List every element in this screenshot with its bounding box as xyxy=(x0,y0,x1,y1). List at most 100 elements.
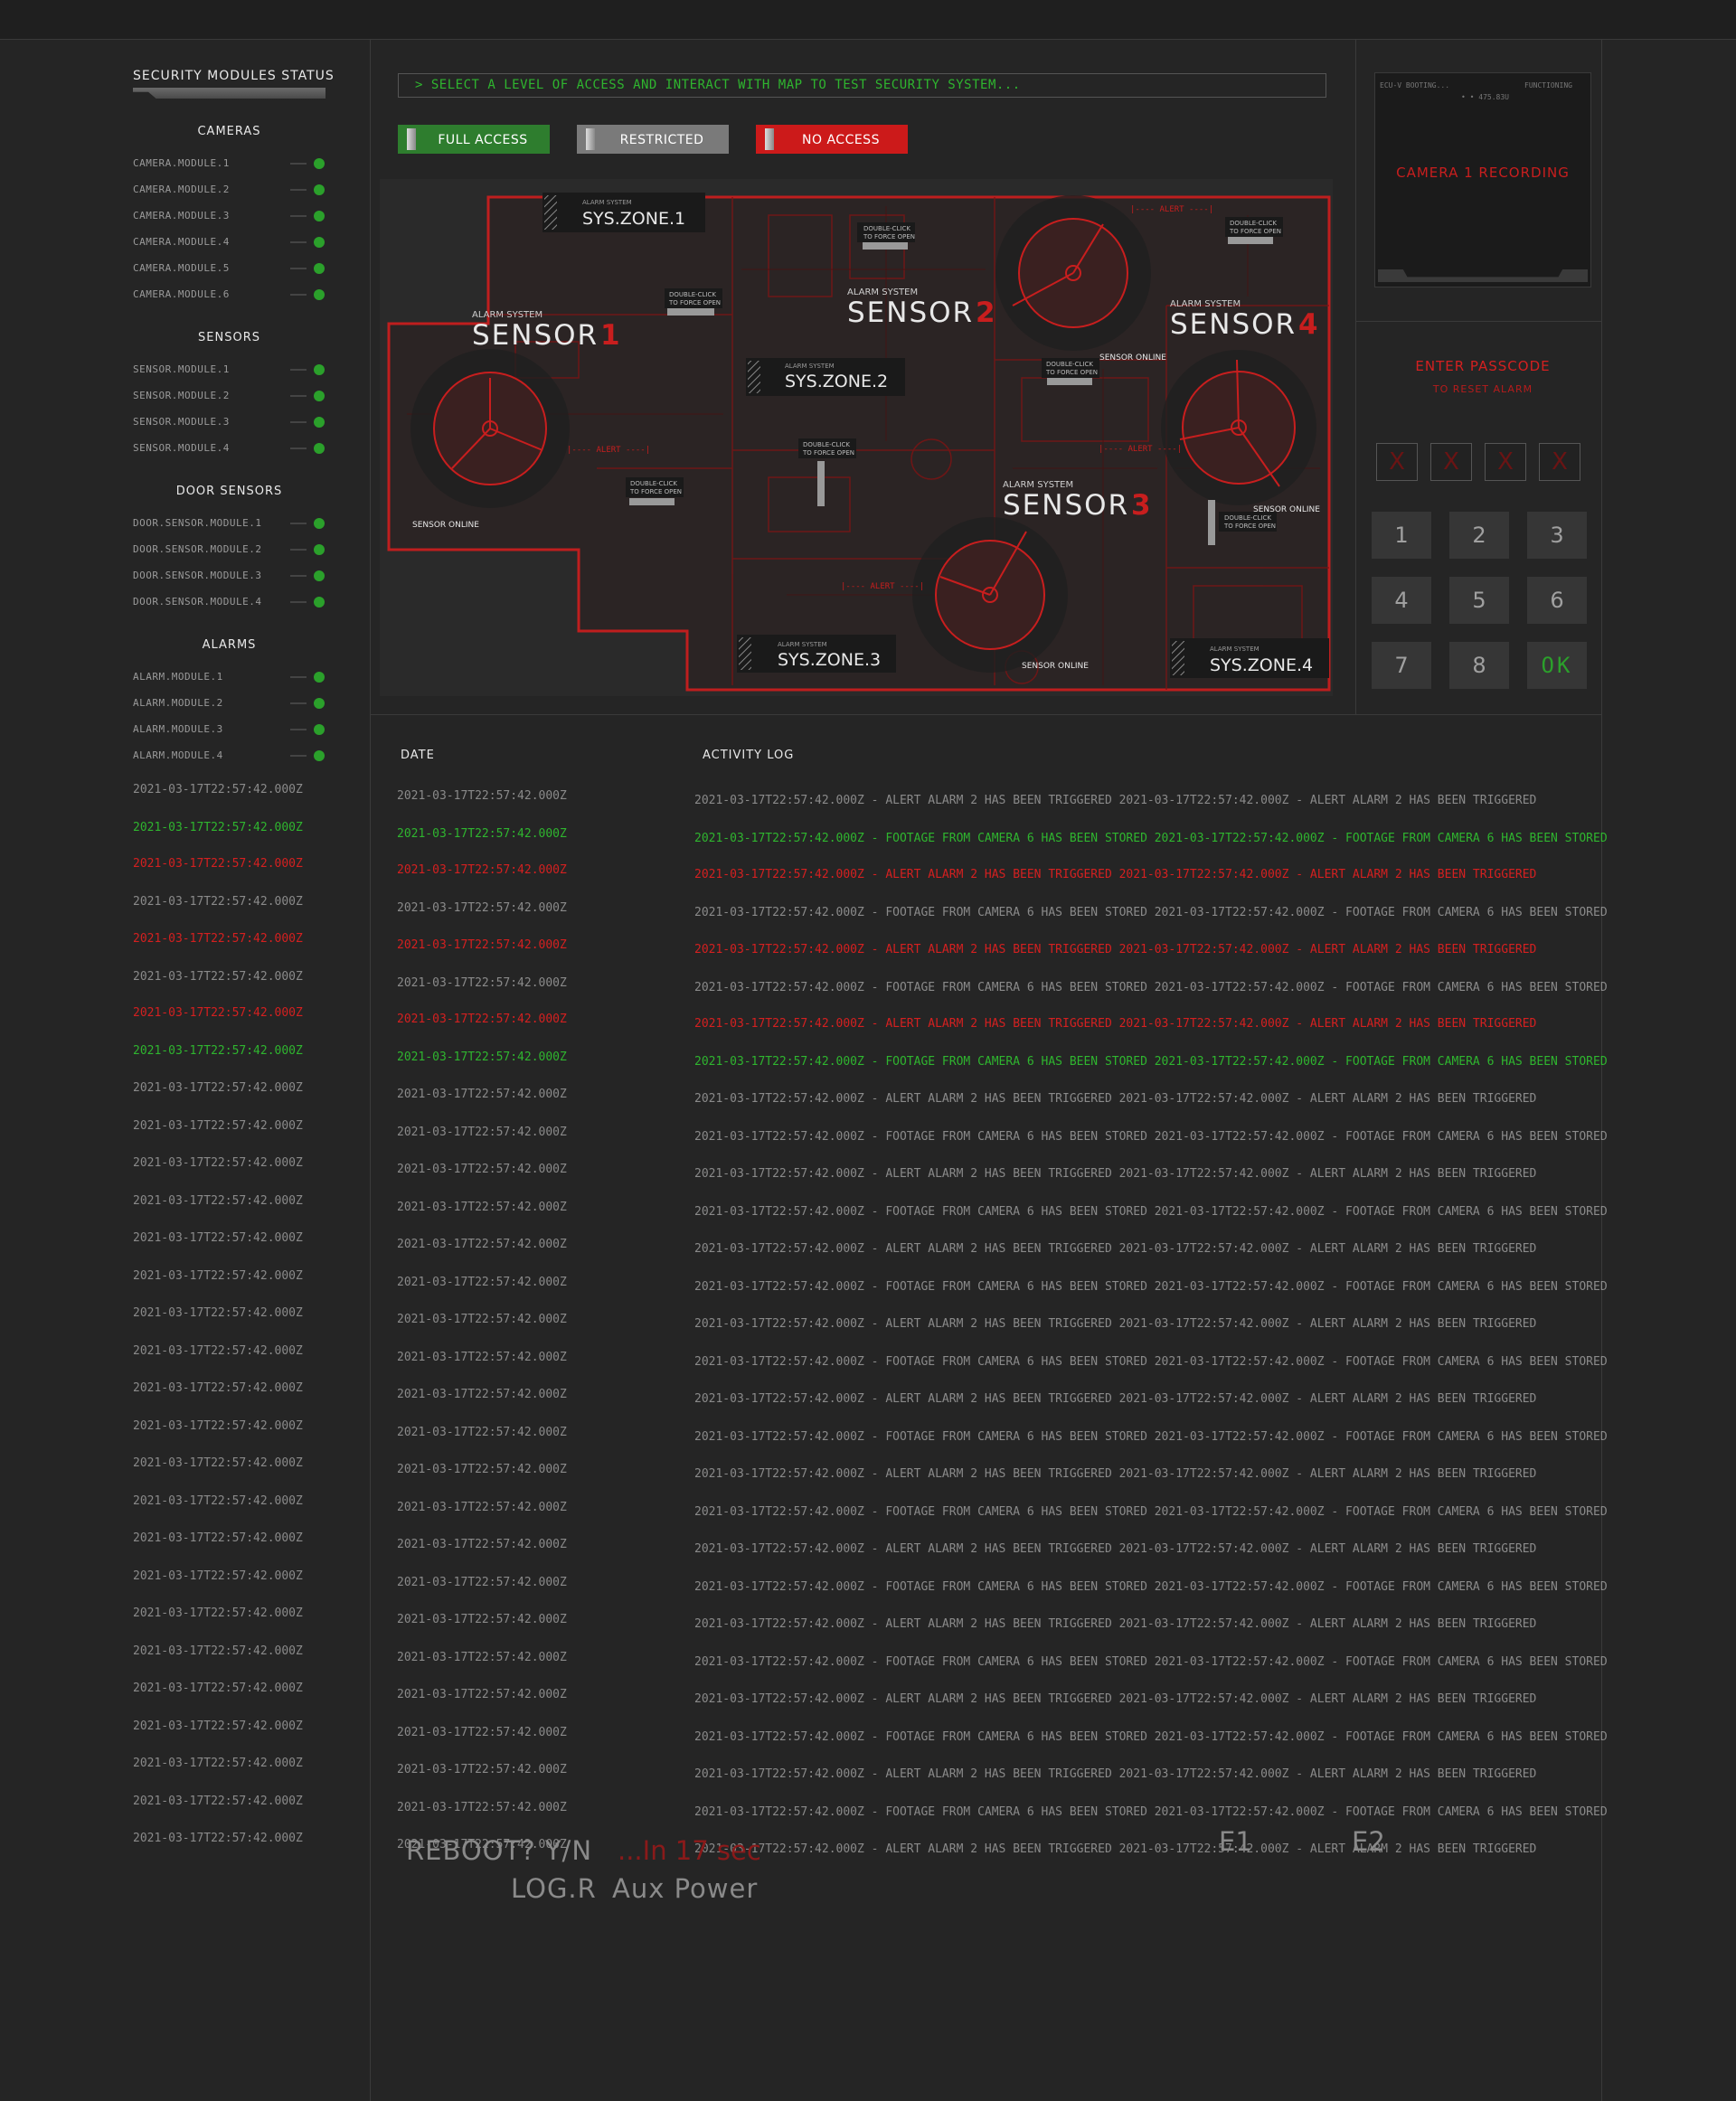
module-row[interactable]: SENSOR.MODULE.1 xyxy=(133,362,326,378)
module-row[interactable]: ALARM.MODULE.1 xyxy=(133,669,326,685)
log-entry: 2021-03-17T22:57:42.000Z - FOOTAGE FROM … xyxy=(694,1430,1608,1444)
log-entry: 2021-03-17T22:57:42.000Z - ALERT ALARM 2… xyxy=(694,1017,1537,1031)
zone-2-label[interactable]: ALARM SYSTEM SYS.ZONE.2 xyxy=(746,358,905,396)
log-date-cell: 2021-03-17T22:57:42.000Z xyxy=(397,1126,567,1139)
module-row[interactable]: DOOR.SENSOR.MODULE.2 xyxy=(133,542,326,558)
svg-text:TO FORCE OPEN: TO FORCE OPEN xyxy=(1223,523,1276,530)
keypad-3[interactable]: 3 xyxy=(1527,512,1587,559)
zone-2-caption: ALARM SYSTEM xyxy=(785,363,835,370)
module-row[interactable]: DOOR.SENSOR.MODULE.3 xyxy=(133,568,326,584)
status-dot-icon xyxy=(314,672,325,683)
sidebar-date: 2021-03-17T22:57:42.000Z xyxy=(133,1306,303,1320)
module-row[interactable]: SENSOR.MODULE.2 xyxy=(133,388,326,404)
log-r-button[interactable]: LOG.R xyxy=(511,1873,597,1904)
log-date-cell: 2021-03-17T22:57:42.000Z xyxy=(397,1388,567,1401)
sensor-4-radar-icon[interactable] xyxy=(1161,350,1316,505)
module-name: CAMERA.MODULE.6 xyxy=(133,288,230,300)
module-row[interactable]: ALARM.MODULE.2 xyxy=(133,695,326,711)
keypad-2[interactable]: 2 xyxy=(1449,512,1509,559)
sensor-3-radar-icon[interactable] xyxy=(912,517,1068,673)
log-date-cell: 2021-03-17T22:57:42.000Z xyxy=(397,1351,567,1364)
module-row[interactable]: CAMERA.MODULE.6 xyxy=(133,287,326,303)
log-entry: 2021-03-17T22:57:42.000Z - FOOTAGE FROM … xyxy=(694,1130,1608,1144)
passcode-title: ENTER PASSCODE xyxy=(1415,358,1551,374)
log-entry: 2021-03-17T22:57:42.000Z - FOOTAGE FROM … xyxy=(694,906,1608,919)
module-tick xyxy=(290,241,307,243)
sidebar-date: 2021-03-17T22:57:42.000Z xyxy=(133,1119,303,1133)
e1-button[interactable]: E1 xyxy=(1219,1826,1252,1857)
alert-label: |---- ALERT ----| xyxy=(567,446,650,455)
log-date-cell: 2021-03-17T22:57:42.000Z xyxy=(397,1238,567,1251)
sensor-1-radar-icon[interactable] xyxy=(410,349,570,508)
module-row[interactable]: SENSOR.MODULE.3 xyxy=(133,414,326,430)
module-row[interactable]: DOOR.SENSOR.MODULE.4 xyxy=(133,594,326,610)
module-row[interactable]: CAMERA.MODULE.1 xyxy=(133,155,326,172)
module-name: SENSOR.MODULE.3 xyxy=(133,416,230,428)
svg-text:DOUBLE-CLICK: DOUBLE-CLICK xyxy=(1224,514,1271,522)
log-entry: 2021-03-17T22:57:42.000Z - ALERT ALARM 2… xyxy=(694,1242,1537,1256)
door-2-toggle[interactable]: DOUBLE-CLICK TO FORCE OPEN xyxy=(857,222,915,250)
door-1-toggle[interactable]: DOUBLE-CLICK TO FORCE OPEN xyxy=(665,288,722,316)
group-title: CAMERAS xyxy=(197,125,261,138)
keypad-5[interactable]: 5 xyxy=(1449,577,1509,624)
module-row[interactable]: ALARM.MODULE.4 xyxy=(133,748,326,764)
aux-power-button[interactable]: Aux Power xyxy=(612,1873,758,1904)
svg-text:DOUBLE-CLICK: DOUBLE-CLICK xyxy=(1230,220,1277,227)
module-row[interactable]: DOOR.SENSOR.MODULE.1 xyxy=(133,515,326,532)
no-access-button[interactable]: NO ACCESS xyxy=(756,125,908,154)
zone-3-caption: ALARM SYSTEM xyxy=(778,641,827,648)
log-date-cell: 2021-03-17T22:57:42.000Z xyxy=(397,863,567,877)
restricted-button[interactable]: RESTRICTED xyxy=(577,125,729,154)
module-name: ALARM.MODULE.3 xyxy=(133,723,223,735)
module-tick xyxy=(290,163,307,165)
group-title: DOOR SENSORS xyxy=(175,485,283,498)
status-dot-icon xyxy=(314,237,325,248)
log-date-cell: 2021-03-17T22:57:42.000Z xyxy=(397,789,567,803)
svg-text:TO FORCE OPEN: TO FORCE OPEN xyxy=(863,233,915,240)
log-date-cell: 2021-03-17T22:57:42.000Z xyxy=(397,1501,567,1514)
module-tick xyxy=(290,601,307,603)
keypad-6[interactable]: 6 xyxy=(1527,577,1587,624)
module-row[interactable]: CAMERA.MODULE.3 xyxy=(133,208,326,224)
svg-text:TO FORCE OPEN: TO FORCE OPEN xyxy=(1045,369,1098,376)
sidebar-date: 2021-03-17T22:57:42.000Z xyxy=(133,1719,303,1733)
status-dot-icon xyxy=(314,518,325,529)
module-name: ALARM.MODULE.1 xyxy=(133,671,223,683)
log-date-cell: 2021-03-17T22:57:42.000Z xyxy=(397,1538,567,1551)
sensor-2-radar-icon[interactable] xyxy=(995,195,1151,351)
module-row[interactable]: ALARM.MODULE.3 xyxy=(133,721,326,738)
e2-button[interactable]: E2 xyxy=(1352,1826,1385,1857)
svg-text:TO FORCE OPEN: TO FORCE OPEN xyxy=(629,488,682,495)
log-entry: 2021-03-17T22:57:42.000Z - FOOTAGE FROM … xyxy=(694,1355,1608,1369)
zone-3-label[interactable]: ALARM SYSTEM SYS.ZONE.3 xyxy=(737,635,896,673)
module-row[interactable]: CAMERA.MODULE.4 xyxy=(133,234,326,250)
module-row[interactable]: SENSOR.MODULE.4 xyxy=(133,440,326,457)
door-4-toggle[interactable]: DOUBLE-CLICK TO FORCE OPEN xyxy=(1042,358,1099,385)
svg-text:SENSOR: SENSOR xyxy=(1003,489,1129,522)
zone-4-caption: ALARM SYSTEM xyxy=(1210,645,1260,653)
sidebar-date: 2021-03-17T22:57:42.000Z xyxy=(133,1682,303,1695)
security-map[interactable]: ALARM SYSTEM SYS.ZONE.1 ALARM SYSTEM SYS… xyxy=(380,179,1333,884)
sidebar-date: 2021-03-17T22:57:42.000Z xyxy=(133,1081,303,1095)
sidebar-date: 2021-03-17T22:57:42.000Z xyxy=(133,1531,303,1545)
instruction-bar: > SELECT A LEVEL OF ACCESS AND INTERACT … xyxy=(398,73,1326,98)
reboot-prompt[interactable]: REBOOT? Y/N xyxy=(406,1835,592,1866)
module-row[interactable]: CAMERA.MODULE.2 xyxy=(133,182,326,198)
log-entry: 2021-03-17T22:57:42.000Z - FOOTAGE FROM … xyxy=(694,1055,1608,1069)
keypad-4[interactable]: 4 xyxy=(1372,577,1431,624)
module-row[interactable]: CAMERA.MODULE.5 xyxy=(133,260,326,277)
sidebar-date: 2021-03-17T22:57:42.000Z xyxy=(133,857,303,871)
zone-4-label[interactable]: ALARM SYSTEM SYS.ZONE.4 xyxy=(1170,638,1329,678)
keypad-8[interactable]: 8 xyxy=(1449,642,1509,689)
svg-text:TO FORCE OPEN: TO FORCE OPEN xyxy=(1229,228,1281,235)
sidebar-date: 2021-03-17T22:57:42.000Z xyxy=(133,1832,303,1845)
keypad-7[interactable]: 7 xyxy=(1372,642,1431,689)
svg-text:SENSOR: SENSOR xyxy=(472,319,599,352)
keypad-1[interactable]: 1 xyxy=(1372,512,1431,559)
full-access-button[interactable]: FULL ACCESS xyxy=(398,125,550,154)
keypad-ok[interactable]: OK xyxy=(1527,642,1587,689)
module-tick xyxy=(290,268,307,269)
log-entry: 2021-03-17T22:57:42.000Z - ALERT ALARM 2… xyxy=(694,1167,1537,1181)
zone-1-label[interactable]: ALARM SYSTEM SYS.ZONE.1 xyxy=(542,193,705,232)
log-date-cell: 2021-03-17T22:57:42.000Z xyxy=(397,1801,567,1814)
